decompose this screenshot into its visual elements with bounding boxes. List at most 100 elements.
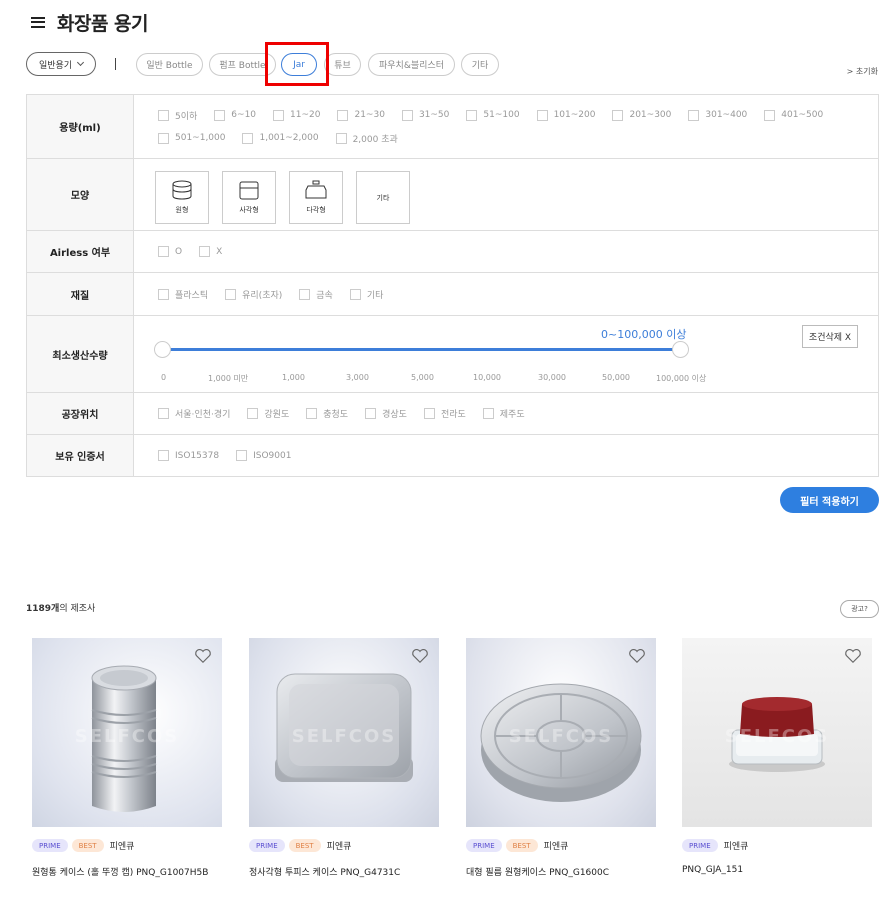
heart-icon[interactable]: [844, 648, 862, 664]
checkbox-capacity-8[interactable]: 301~400: [688, 109, 747, 122]
chip-pouch-blister[interactable]: 파우치&블리스터: [368, 53, 455, 76]
category-dropdown[interactable]: 일반용기: [26, 52, 96, 76]
shape-option-etc[interactable]: 기타: [356, 171, 410, 224]
product-image[interactable]: SELFCOS: [32, 638, 222, 827]
checkbox-box[interactable]: [335, 132, 347, 144]
product-card[interactable]: SELFCOS PRIME BEST 피엔큐 대형 필름 원형케이스 PNQ_G…: [466, 638, 656, 878]
polygon-jar-icon: [305, 180, 327, 199]
filter-label: 재질: [27, 273, 134, 315]
checkbox-capacity-4[interactable]: 31~50: [401, 109, 449, 122]
filter-label: 보유 인증서: [27, 435, 134, 476]
checkbox-capacity-9[interactable]: 401~500: [764, 109, 823, 122]
checkbox-location-2[interactable]: 충청도: [306, 407, 348, 420]
checkbox-material-metal[interactable]: 금속: [299, 288, 333, 301]
checkbox-box[interactable]: [365, 408, 377, 419]
reset-link[interactable]: > 초기화: [847, 66, 878, 77]
checkbox-box[interactable]: [423, 408, 435, 419]
product-card[interactable]: SELFCOS PRIME BEST 피엔큐 원형통 케이스 (홀 뚜껑 캡) …: [32, 638, 222, 878]
watermark: SELFCOS: [74, 726, 180, 747]
filter-label: 용량(ml): [27, 95, 134, 158]
checkbox-material-glass[interactable]: 유리(초자): [225, 288, 282, 301]
checkbox-box[interactable]: [158, 109, 169, 121]
heart-icon[interactable]: [194, 648, 212, 664]
checkbox-material-plastic[interactable]: 플라스틱: [158, 288, 208, 301]
checkbox-box[interactable]: [214, 109, 226, 121]
checkbox-label: 101~200: [553, 110, 596, 120]
shape-option-round[interactable]: 원형: [155, 171, 209, 224]
checkbox-capacity-0[interactable]: 5이하: [158, 109, 197, 122]
checkbox-box[interactable]: [466, 109, 478, 121]
checkbox-airless-o[interactable]: O: [158, 246, 182, 257]
heart-icon[interactable]: [411, 648, 429, 664]
checkbox-box[interactable]: [306, 408, 318, 419]
checkbox-capacity-5[interactable]: 51~100: [466, 109, 520, 122]
checkbox-capacity-11[interactable]: 1,001~2,000: [242, 132, 319, 145]
checkbox-box[interactable]: [482, 408, 494, 419]
product-image[interactable]: SELFCOS: [249, 638, 439, 827]
ad-info-badge[interactable]: 광고?: [840, 600, 879, 618]
product-image[interactable]: SELFCOS: [682, 638, 872, 827]
tick-label: 5,000: [411, 373, 434, 382]
delete-condition-button[interactable]: 조건삭제 X: [802, 325, 858, 348]
checkbox-airless-x[interactable]: X: [199, 246, 222, 257]
product-tags: PRIME BEST 피엔큐: [249, 839, 439, 852]
checkbox-location-0[interactable]: 서울·인천·경기: [158, 407, 230, 420]
product-name[interactable]: 대형 필름 원형케이스 PNQ_G1600C: [466, 865, 656, 878]
watermark: SELFCOS: [724, 726, 830, 747]
product-card[interactable]: SELFCOS PRIME BEST 피엔큐 정사각형 투피스 케이스 PNQ_…: [249, 638, 439, 878]
checkbox-capacity-1[interactable]: 6~10: [214, 109, 256, 122]
checkbox-box[interactable]: [158, 132, 169, 144]
shape-option-square[interactable]: 사각형: [222, 171, 276, 224]
checkbox-box[interactable]: [764, 109, 776, 121]
checkbox-label: 1,001~2,000: [259, 133, 319, 143]
product-name[interactable]: 원형통 케이스 (홀 뚜껑 캡) PNQ_G1007H5B: [32, 865, 222, 878]
checkbox-cert-iso15378[interactable]: ISO15378: [158, 450, 219, 461]
chip-normal-bottle[interactable]: 일반 Bottle: [136, 53, 203, 76]
checkbox-box[interactable]: [337, 109, 349, 121]
divider: [115, 58, 116, 70]
checkbox-box[interactable]: [242, 132, 254, 144]
checkbox-capacity-2[interactable]: 11~20: [273, 109, 320, 122]
checkbox-box[interactable]: [612, 109, 624, 121]
checkbox-location-4[interactable]: 전라도: [423, 407, 466, 420]
slider-min-handle[interactable]: [154, 341, 171, 358]
checkbox-location-1[interactable]: 강원도: [247, 407, 289, 420]
checkbox-capacity-10[interactable]: 501~1,000: [158, 132, 225, 145]
checkbox-material-etc[interactable]: 기타: [349, 288, 383, 301]
checkbox-location-5[interactable]: 제주도: [482, 407, 525, 420]
checkbox-box[interactable]: [536, 109, 548, 121]
apply-filter-button[interactable]: 필터 적용하기: [780, 487, 879, 513]
checkbox-label: 제주도: [499, 410, 525, 420]
product-card[interactable]: SELFCOS PRIME 피엔큐 PNQ_GJA_151: [682, 638, 872, 875]
filter-row-material: 재질 플라스틱 유리(초자) 금속 기타: [27, 273, 878, 316]
checkbox-cert-iso9001[interactable]: ISO9001: [236, 450, 291, 461]
product-image[interactable]: SELFCOS: [466, 638, 656, 827]
tick-label: 10,000: [473, 373, 501, 382]
chip-etc[interactable]: 기타: [461, 53, 499, 76]
tick-label: 50,000: [602, 373, 630, 382]
checkbox-label: 201~300: [629, 110, 672, 120]
best-badge: BEST: [71, 839, 104, 852]
checkbox-label: 401~500: [781, 110, 824, 120]
checkbox-box[interactable]: [273, 109, 285, 121]
hamburger-menu-icon[interactable]: [31, 16, 45, 28]
product-name[interactable]: PNQ_GJA_151: [682, 865, 872, 875]
maker-name: 피엔큐: [326, 842, 352, 852]
slider-max-handle[interactable]: [672, 341, 689, 358]
checkbox-capacity-3[interactable]: 21~30: [337, 109, 385, 122]
tick-label: 1,000: [282, 373, 305, 382]
chip-tube[interactable]: 튜브: [324, 53, 361, 76]
heart-icon[interactable]: [628, 648, 646, 664]
checkbox-capacity-6[interactable]: 101~200: [536, 109, 596, 122]
product-name[interactable]: 정사각형 투피스 케이스 PNQ_G4731C: [249, 865, 439, 878]
checkbox-capacity-7[interactable]: 201~300: [612, 109, 671, 122]
checkbox-box[interactable]: [247, 408, 259, 419]
checkbox-location-3[interactable]: 경상도: [365, 407, 407, 420]
square-jar-icon: [239, 181, 259, 200]
shape-option-polygon[interactable]: 다각형: [289, 171, 343, 224]
checkbox-box[interactable]: [158, 408, 169, 419]
slider-track[interactable]: [164, 348, 682, 351]
checkbox-capacity-12[interactable]: 2,000 초과: [335, 132, 398, 145]
checkbox-box[interactable]: [688, 109, 700, 121]
checkbox-box[interactable]: [401, 109, 413, 121]
